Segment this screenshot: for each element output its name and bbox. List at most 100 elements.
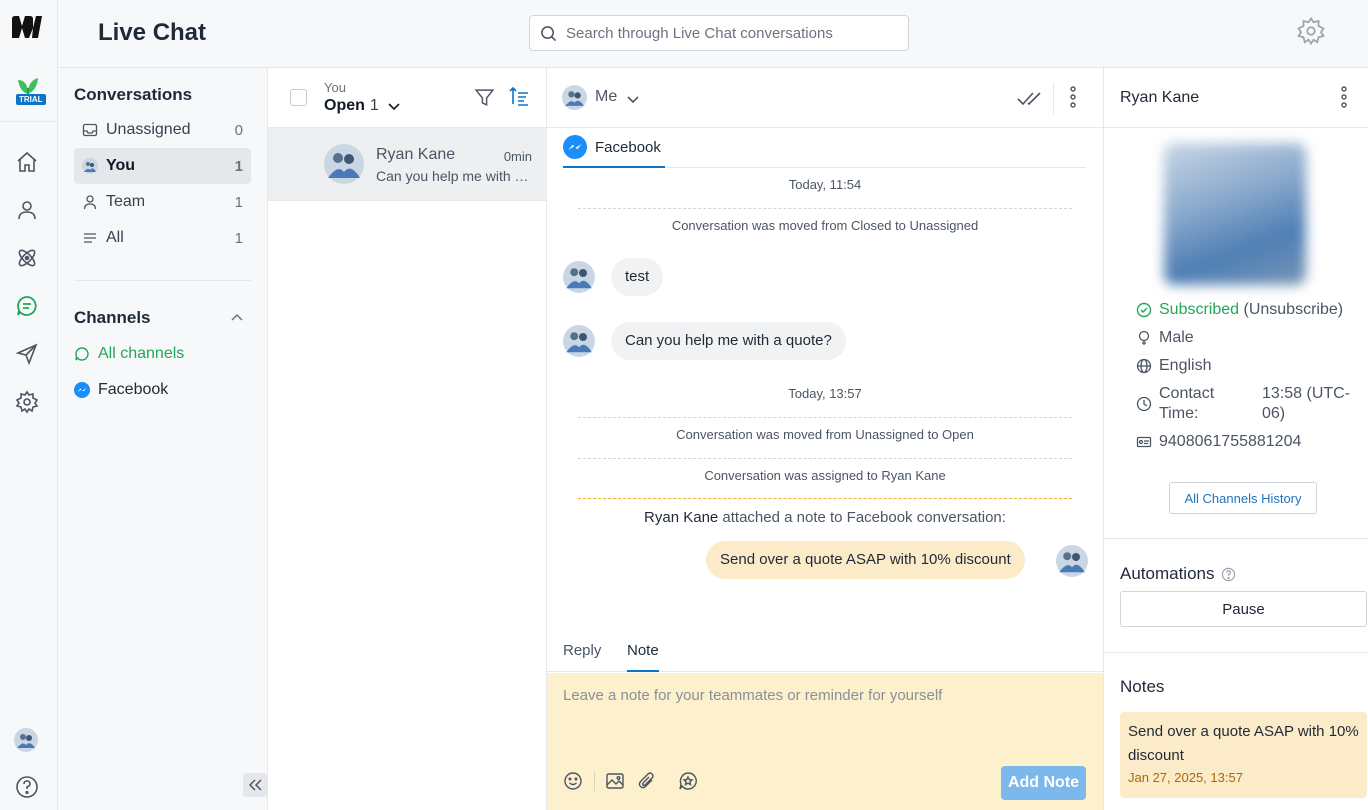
language-value: English [1159, 357, 1212, 374]
filter-icon[interactable] [474, 87, 495, 108]
chat-header: Me [547, 68, 1103, 128]
tab-facebook[interactable]: Facebook [563, 128, 665, 168]
sidebar-item-team[interactable]: Team 1 [74, 184, 251, 220]
channel-item-all[interactable]: All channels [74, 345, 184, 363]
automation-icon[interactable] [15, 246, 39, 270]
profile-name: Ryan Kane [1120, 89, 1200, 106]
app-logo[interactable] [10, 14, 44, 40]
channels-heading: Channels [74, 308, 151, 327]
image-icon[interactable] [605, 771, 625, 791]
sort-icon[interactable] [508, 85, 530, 107]
gender-icon [1136, 330, 1152, 346]
chat-bubbles-icon [74, 346, 90, 362]
unsubscribe-link[interactable]: (Unsubscribe) [1239, 301, 1343, 318]
chevron-down-icon[interactable] [626, 92, 640, 106]
sidebar-item-unassigned[interactable]: Unassigned 0 [74, 112, 251, 148]
note-input[interactable] [563, 687, 1083, 747]
chevron-down-icon [387, 99, 401, 113]
left-rail: TRIAL [0, 0, 58, 810]
pause-automations-button[interactable]: Pause [1120, 591, 1367, 627]
page-title: Live Chat [98, 19, 207, 46]
attachment-icon[interactable] [637, 771, 657, 791]
sidebar-item-count: 1 [234, 157, 243, 175]
tab-reply[interactable]: Reply [563, 642, 601, 672]
select-all-checkbox[interactable] [290, 89, 307, 106]
incoming-message: test [611, 258, 664, 296]
home-icon[interactable] [15, 150, 39, 174]
snippet-icon[interactable] [678, 771, 698, 791]
composer-tabs: Reply Note [547, 634, 1103, 672]
note-card[interactable]: Send over a quote ASAP with 10% discount… [1120, 712, 1367, 798]
contacts-icon[interactable] [15, 198, 39, 222]
chat-icon[interactable] [15, 294, 39, 318]
user-avatar[interactable] [14, 728, 38, 752]
sidebar-item-all[interactable]: All 1 [74, 220, 251, 256]
chat-panel: Me Facebook Today, 11:54 Conversation wa… [547, 68, 1103, 810]
search-box[interactable] [529, 15, 909, 51]
messenger-icon [74, 382, 90, 398]
owner-label: You [324, 80, 346, 95]
note-card-date: Jan 27, 2025, 13:57 [1128, 770, 1243, 785]
sidebar-item-you[interactable]: You 1 [74, 148, 251, 184]
sidebar-item-label: Team [106, 193, 146, 210]
help-circle-icon[interactable] [1221, 567, 1236, 582]
tab-label: Facebook [595, 138, 661, 156]
emoji-icon[interactable] [563, 771, 583, 791]
double-check-icon[interactable] [1017, 87, 1041, 109]
gear-icon[interactable] [1296, 16, 1326, 46]
channel-item-facebook[interactable]: Facebook [74, 381, 168, 399]
double-chevron-left-icon [247, 778, 263, 792]
status-label: Open [324, 97, 365, 114]
assignee-dropdown[interactable]: Me [595, 88, 617, 106]
search-input[interactable] [566, 16, 896, 50]
tab-note[interactable]: Note [627, 642, 659, 672]
conversations-heading: Conversations [74, 85, 193, 104]
contact-time-value: 13:58 (UTC-06) [1262, 385, 1351, 422]
rail-divider [0, 121, 58, 122]
status-count: 1 [369, 97, 379, 114]
more-vertical-icon[interactable] [1340, 86, 1348, 108]
channel-label: All channels [98, 345, 185, 362]
profile-header: Ryan Kane [1104, 68, 1368, 128]
settings-icon[interactable] [15, 390, 39, 414]
contact-avatar [563, 261, 595, 293]
trial-badge: TRIAL [16, 94, 46, 105]
note-message: Send over a quote ASAP with 10% discount [706, 541, 1025, 579]
note-card-text: Send over a quote ASAP with 10% discount [1128, 723, 1359, 764]
contact-avatar [563, 325, 595, 357]
more-vertical-icon[interactable] [1069, 86, 1077, 108]
collapse-sidebar-button[interactable] [243, 773, 267, 797]
sidebar-divider [74, 280, 251, 281]
system-message: Conversation was assigned to Ryan Kane [704, 468, 946, 483]
automations-label: Automations [1120, 564, 1215, 583]
channel-label: Facebook [98, 381, 169, 398]
header-divider [1053, 82, 1054, 114]
note-composer: Add Note [547, 673, 1103, 810]
date-stamp: Today, 13:57 [788, 386, 862, 401]
inbox-icon [82, 122, 98, 138]
incoming-message: Can you help me with a quote? [611, 322, 846, 360]
help-icon[interactable] [15, 775, 39, 799]
id-card-icon [1136, 434, 1152, 450]
list-item[interactable]: Ryan Kane 0min Can you help me with a qu… [268, 128, 547, 201]
date-stamp: Today, 11:54 [788, 177, 862, 192]
subscribed-label: Subscribed [1159, 301, 1240, 318]
contact-time-label: Contact Time: [1159, 385, 1215, 422]
contact-name: Ryan Kane [376, 146, 456, 163]
trial-badge-group[interactable]: TRIAL [12, 76, 48, 108]
assignee-avatar[interactable] [562, 85, 587, 110]
gender-value: Male [1159, 329, 1194, 346]
channel-tabbar: Facebook [563, 128, 1086, 168]
top-header: Live Chat [58, 0, 1368, 68]
chevron-up-icon[interactable] [230, 310, 244, 324]
all-channels-history-button[interactable]: All Channels History [1169, 482, 1317, 514]
send-icon[interactable] [15, 342, 39, 366]
status-dropdown[interactable]: Open 1 [324, 97, 401, 115]
sidebar-item-count: 1 [234, 193, 243, 211]
add-note-button[interactable]: Add Note [1001, 766, 1086, 800]
system-divider [578, 417, 1072, 418]
system-divider [578, 208, 1072, 209]
clock-icon [1136, 396, 1152, 412]
system-message: Conversation was moved from Unassigned t… [676, 427, 974, 442]
system-divider [578, 458, 1072, 459]
